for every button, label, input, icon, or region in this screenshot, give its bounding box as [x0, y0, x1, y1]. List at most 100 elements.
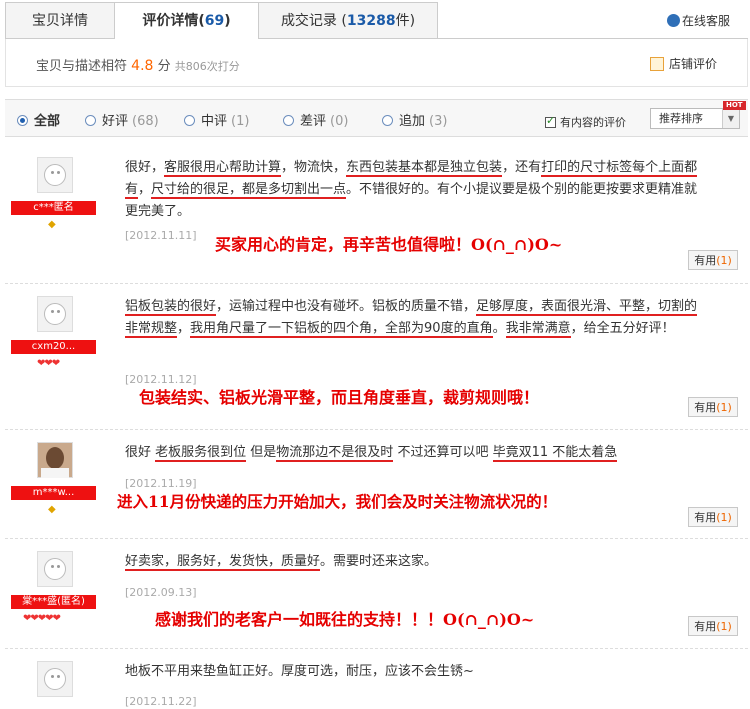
- filter-count: (3): [429, 114, 448, 129]
- reviewer-name: 棠***盛(匿名): [11, 595, 96, 609]
- avatar: [37, 551, 73, 587]
- filter-label: 全部: [34, 114, 61, 129]
- tab-transactions[interactable]: 成交记录 (13288件): [258, 2, 438, 38]
- review-text: 铝板包装的很好，运输过程中也没有碰坏。铝板的质量不错，足够厚度，表面很光滑、平整…: [125, 296, 710, 340]
- hot-badge: HOT: [723, 101, 746, 110]
- review-item: 地板不平用来垫鱼缸正好。厚度可选，耐压，应该不会生锈~ [2012.11.22]: [5, 651, 748, 709]
- credit-badge-icon: ❤❤❤: [37, 358, 60, 369]
- radio-icon: [85, 115, 96, 126]
- tab-count: 69: [204, 13, 225, 29]
- avatar: [37, 296, 73, 332]
- radio-icon: [184, 115, 195, 126]
- filter-negative[interactable]: 差评 (0): [283, 110, 348, 129]
- reviewer-name: m***w...: [11, 486, 96, 500]
- useful-count: (1): [716, 401, 732, 414]
- default-avatar-icon: [44, 668, 66, 690]
- sort-select[interactable]: 推荐排序 ▼: [650, 108, 740, 129]
- tab-suffix: 件): [395, 13, 416, 29]
- useful-label: 有用: [694, 254, 717, 267]
- useful-button[interactable]: 有用(1): [688, 397, 738, 417]
- filter-count: (68): [132, 114, 159, 129]
- useful-count: (1): [716, 254, 732, 267]
- shop-rating-link[interactable]: 店铺评价: [649, 55, 717, 72]
- useful-button[interactable]: 有用(1): [688, 250, 738, 270]
- review-item: 棠***盛(匿名) ❤❤❤❤❤ 好卖家，服务好，发货快，质量好。需要时还来这家。…: [5, 541, 748, 649]
- rating-score: 4.8: [131, 58, 154, 74]
- tab-reviews[interactable]: 评价详情(69): [114, 2, 259, 39]
- useful-count: (1): [716, 620, 732, 633]
- reviewer-name: c***匿名: [11, 201, 96, 215]
- radio-selected-icon: [17, 115, 28, 126]
- credit-badge-icon: ◆: [48, 504, 56, 515]
- review-text-segment: 很好，: [125, 160, 165, 175]
- avatar: [37, 661, 73, 697]
- useful-label: 有用: [694, 401, 717, 414]
- seller-annotation: 买家用心的肯定，再辛苦也值得啦！O(∩_∩)O~: [215, 235, 563, 254]
- useful-label: 有用: [694, 511, 717, 524]
- rating-label: 宝贝与描述相符: [36, 59, 128, 74]
- highlighted-phrase: 好卖家，服务好，发货快，质量好: [125, 554, 321, 571]
- avatar: [37, 157, 73, 193]
- highlighted-phrase: 客服很用心帮助计算: [164, 160, 282, 177]
- checkbox-label: 有内容的评价: [560, 116, 626, 129]
- review-text-segment: 很好: [125, 445, 156, 460]
- review-text: 很好 老板服务很到位 但是物流那边不是很及时 不过还算可以吧 毕竟双11 不能太…: [125, 442, 710, 464]
- review-text-segment: ，还有: [502, 160, 542, 175]
- useful-count: (1): [716, 511, 732, 524]
- rating-summary: 宝贝与描述相符 4.8 分 共806次打分 店铺评价: [5, 39, 748, 87]
- review-text-segment: ，: [138, 182, 152, 197]
- seller-annotation: 包装结实、铝板光滑平整，而且角度垂直，裁剪规则哦！: [139, 388, 540, 407]
- review-text-segment: 不过还算可以吧: [393, 445, 493, 460]
- chat-icon: [666, 14, 680, 27]
- shop-rating-label: 店铺评价: [668, 57, 717, 71]
- highlighted-phrase: 东西包装基本都是独立包装: [346, 160, 503, 177]
- filter-appended[interactable]: 追加 (3): [382, 110, 447, 129]
- filter-label: 差评: [300, 114, 327, 129]
- useful-button[interactable]: 有用(1): [688, 616, 738, 636]
- tab-label: 宝贝详情: [32, 13, 88, 29]
- review-date: [2012.11.22]: [125, 695, 197, 708]
- review-text-segment: 。: [492, 321, 506, 336]
- seller-annotation: 进入11月份快递的压力开始加大，我们会及时关注物流状况的！: [117, 492, 558, 511]
- review-text-segment: 。需要时还来这家。: [320, 554, 438, 569]
- highlighted-phrase: 我非常满意: [505, 321, 571, 338]
- filter-count: (1): [231, 114, 250, 129]
- useful-button[interactable]: 有用(1): [688, 507, 738, 527]
- review-date: [2012.11.19]: [125, 477, 197, 490]
- content-only-checkbox[interactable]: 有内容的评价: [545, 114, 626, 130]
- filter-all[interactable]: 全部: [17, 110, 60, 129]
- review-text-segment: 但是: [246, 445, 277, 460]
- tab-suffix: ): [224, 13, 231, 29]
- review-text-segment: ，: [177, 321, 191, 336]
- review-text: 好卖家，服务好，发货快，质量好。需要时还来这家。: [125, 551, 710, 573]
- default-avatar-icon: [44, 558, 66, 580]
- chevron-down-icon: ▼: [722, 109, 739, 128]
- online-service-link[interactable]: 在线客服: [666, 12, 730, 29]
- highlighted-phrase: 尺寸给的很足，都是多切割出一点: [151, 182, 347, 199]
- filter-count: (0): [330, 114, 349, 129]
- highlighted-phrase: 老板服务很到位: [155, 445, 247, 462]
- radio-icon: [283, 115, 294, 126]
- tab-item-details[interactable]: 宝贝详情: [5, 2, 115, 38]
- useful-label: 有用: [694, 620, 717, 633]
- filter-label: 好评: [102, 114, 129, 129]
- highlighted-phrase: 我用角尺量了一下铝板的四个角，全部为90度的直角: [190, 321, 493, 338]
- review-item: m***w... ◆ 很好 老板服务很到位 但是物流那边不是很及时 不过还算可以…: [5, 432, 748, 539]
- filter-label: 中评: [201, 114, 228, 129]
- tab-label: 成交记录 (: [280, 13, 347, 29]
- filter-neutral[interactable]: 中评 (1): [184, 110, 249, 129]
- filter-label: 追加: [399, 114, 426, 129]
- radio-icon: [382, 115, 393, 126]
- description-match-rating: 宝贝与描述相符 4.8 分 共806次打分: [36, 55, 240, 74]
- review-text-segment: ，运输过程中也没有碰坏。铝板的质量不错，: [216, 299, 477, 314]
- checkbox-checked-icon: [545, 114, 556, 128]
- review-date: [2012.09.13]: [125, 586, 197, 599]
- credit-badge-icon: ◆: [48, 219, 56, 230]
- tab-count: 13288: [346, 13, 396, 29]
- review-item: cxm20... ❤❤❤ 铝板包装的很好，运输过程中也没有碰坏。铝板的质量不错，…: [5, 286, 748, 430]
- shop-icon: [649, 57, 664, 71]
- avatar: [37, 442, 73, 478]
- review-item: c***匿名 ◆ 很好，客服很用心帮助计算，物流快，东西包装基本都是独立包装，还…: [5, 147, 748, 284]
- filter-positive[interactable]: 好评 (68): [85, 110, 159, 129]
- seller-annotation: 感谢我们的老客户一如既往的支持！！！O(∩_∩)O~: [155, 610, 535, 629]
